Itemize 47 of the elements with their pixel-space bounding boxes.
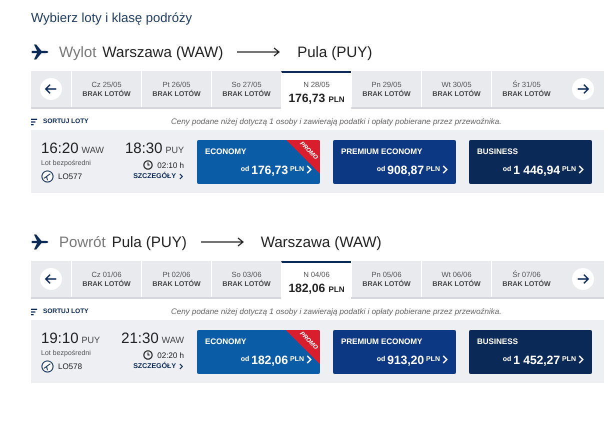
previous-button[interactable] <box>40 268 62 290</box>
direction-label: Wylot <box>59 44 96 60</box>
chevron-icon <box>442 355 448 364</box>
chevron-icon <box>306 165 312 174</box>
next-button[interactable] <box>572 78 594 100</box>
airplane-icon <box>31 43 49 61</box>
left-arrow-icon <box>44 272 58 286</box>
airplane-icon <box>31 233 49 251</box>
right-arrow-icon <box>576 272 590 286</box>
airline-logo-icon <box>41 360 54 373</box>
flight-duration: 02:20 h <box>157 350 184 360</box>
right-arrow-icon <box>576 82 590 96</box>
previous-button[interactable] <box>40 78 62 100</box>
chevron-icon <box>179 173 184 180</box>
airport-code: WAW <box>162 335 184 345</box>
direction-label: Powrót <box>59 234 106 250</box>
origin-city: Warszawa (WAW) <box>102 44 224 60</box>
destination-city: Pula (PUY) <box>297 44 372 60</box>
clock-icon <box>143 160 154 170</box>
destination-city: Warszawa (WAW) <box>260 234 382 250</box>
arrival-time: 21:30 <box>121 330 159 347</box>
price-note: Ceny podane niżej dotyczą 1 osoby i zawierają podatki i opłaty pobierane przez przewoźnika. <box>171 117 502 126</box>
flight-duration: 02:10 h <box>157 160 184 170</box>
chevron-icon <box>179 363 184 370</box>
next-button[interactable] <box>572 268 594 290</box>
airport-code: WAW <box>82 145 104 155</box>
page-title: Wybierz loty i klasę podróży <box>31 10 193 25</box>
price-note: Ceny podane niżej dotyczą 1 osoby i zawierają podatki i opłaty pobierane przez przewoźnika. <box>171 307 502 316</box>
departure-time: 19:10 <box>41 330 79 347</box>
flight-number: LO578 <box>58 362 82 371</box>
airport-code: PUY <box>165 145 184 155</box>
sort-icon <box>31 308 38 316</box>
chevron-icon <box>578 165 584 174</box>
chevron-icon <box>578 355 584 364</box>
chevron-icon <box>442 165 448 174</box>
sort-icon <box>31 118 38 126</box>
left-arrow-icon <box>44 82 58 96</box>
arrow-icon <box>200 237 245 247</box>
arrow-icon <box>237 47 282 57</box>
origin-city: Pula (PUY) <box>112 234 187 250</box>
airline-logo-icon <box>41 170 54 183</box>
airport-code: PUY <box>82 335 100 345</box>
flight-number: LO577 <box>58 172 82 181</box>
arrival-time: 18:30 <box>124 140 162 157</box>
departure-time: 16:20 <box>41 140 79 157</box>
chevron-icon <box>306 355 312 364</box>
clock-icon <box>143 350 154 360</box>
